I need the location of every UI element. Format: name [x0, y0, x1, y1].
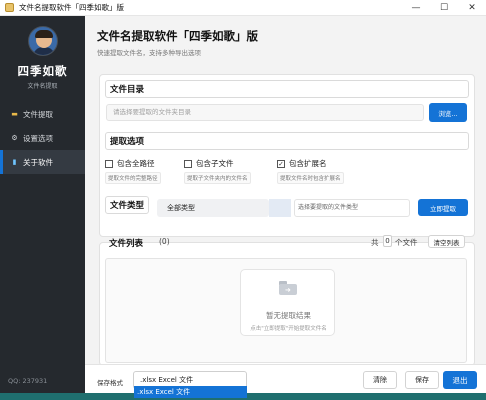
page-subtitle: 快速提取文件名，支持多种导出选项 [97, 49, 201, 57]
option-desc: 提取文件的完整路径 [105, 172, 161, 184]
full-path-checkbox[interactable] [105, 159, 113, 168]
sidebar-nav: ▬ 文件提取 ⚙ 设置选项 ▮ 关于软件 [0, 102, 85, 174]
window-controls: — ☐ ✕ [402, 0, 486, 16]
sidebar-item-label: 设置选项 [23, 133, 53, 143]
option-desc: 提取文件名时包含扩展名 [277, 172, 344, 184]
brand-name: 四季如歌 [17, 64, 68, 78]
save-button[interactable]: 保存 [405, 371, 439, 389]
save-format-label: 保存格式 [97, 379, 123, 387]
exit-button[interactable]: 退出 [443, 371, 477, 389]
option-label: 包含子文件 [196, 159, 234, 168]
gear-icon: ⚙ [11, 134, 18, 142]
section-directory: 文件目录 [105, 80, 469, 98]
sidebar-item-label: 关于软件 [23, 157, 53, 167]
empty-title: 暂无提取结果 [266, 311, 311, 320]
option-label: 包含全路径 [117, 159, 155, 168]
brand-subtitle: 文件名提取 [27, 83, 58, 90]
section-filelist: 文件列表 [109, 239, 144, 249]
total-count: 0 [383, 235, 392, 247]
sidebar-item-settings[interactable]: ⚙ 设置选项 [0, 126, 85, 150]
extract-button[interactable]: 立即提取 [418, 199, 468, 216]
sidebar: 四季如歌 文件名提取 ▬ 文件提取 ⚙ 设置选项 ▮ 关于软件 QQ: 2379… [0, 16, 85, 400]
empty-folder-icon: ➜ [279, 281, 297, 295]
title-bar: 文件名提取软件「四季如歌」版 — ☐ ✕ [0, 0, 486, 16]
app-window: 文件名提取软件「四季如歌」版 — ☐ ✕ 四季如歌 文件名提取 ▬ 文件提取 ⚙… [0, 0, 486, 400]
sidebar-item-extract[interactable]: ▬ 文件提取 [0, 102, 85, 126]
section-filetype: 文件类型 [105, 196, 150, 214]
directory-input[interactable]: 请选择要提取的文件夹目录 [106, 104, 424, 121]
maximize-button[interactable]: ☐ [430, 0, 458, 16]
extension-checkbox[interactable]: ✓ [277, 159, 285, 168]
option-full-path[interactable]: 包含全路径 [105, 158, 155, 169]
option-label: 包含扩展名 [289, 159, 327, 168]
empty-hint: 点击"立即提取"开始提取文件名 [250, 326, 327, 332]
filetype-select[interactable]: 全部类型 [157, 199, 269, 217]
sidebar-item-about[interactable]: ▮ 关于软件 [0, 150, 85, 174]
minimize-button[interactable]: — [402, 0, 430, 16]
format-dropdown-option[interactable]: .xlsx Excel 文件 [134, 386, 247, 398]
filelist-count: (0) [159, 237, 170, 246]
browse-button[interactable]: 浏览... [429, 103, 467, 122]
info-icon: ▮ [12, 158, 17, 166]
total-prefix: 共 [371, 238, 379, 247]
clear-button[interactable]: 清除 [363, 371, 397, 389]
results-area: ➜ 暂无提取结果 点击"立即提取"开始提取文件名 [105, 258, 467, 363]
close-button[interactable]: ✕ [458, 0, 486, 16]
filetype-select-arrow[interactable] [269, 199, 291, 217]
window-title: 文件名提取软件「四季如歌」版 [19, 3, 124, 12]
total-suffix: 个文件 [395, 238, 418, 247]
avatar [28, 26, 58, 56]
subfolders-checkbox[interactable] [184, 159, 192, 168]
page-title: 文件名提取软件「四季如歌」版 [97, 29, 258, 43]
filetype-input[interactable]: 选择要提取的文件类型 [294, 199, 410, 217]
empty-state: ➜ 暂无提取结果 点击"立即提取"开始提取文件名 [240, 269, 335, 336]
sidebar-item-label: 文件提取 [23, 109, 53, 119]
option-desc: 提取子文件夹内的文件名 [184, 172, 251, 184]
main-panel: 文件名提取软件「四季如歌」版 快速提取文件名，支持多种导出选项 文件目录 请选择… [85, 16, 486, 400]
qq-footer: QQ: 237931 [8, 377, 48, 385]
option-subfolders[interactable]: 包含子文件 [184, 158, 234, 169]
option-extension[interactable]: ✓ 包含扩展名 [277, 158, 327, 169]
section-options: 提取选项 [105, 132, 469, 150]
clear-list-button[interactable]: 清空列表 [428, 235, 465, 248]
folder-icon: ▬ [11, 110, 18, 118]
app-icon [5, 3, 14, 12]
